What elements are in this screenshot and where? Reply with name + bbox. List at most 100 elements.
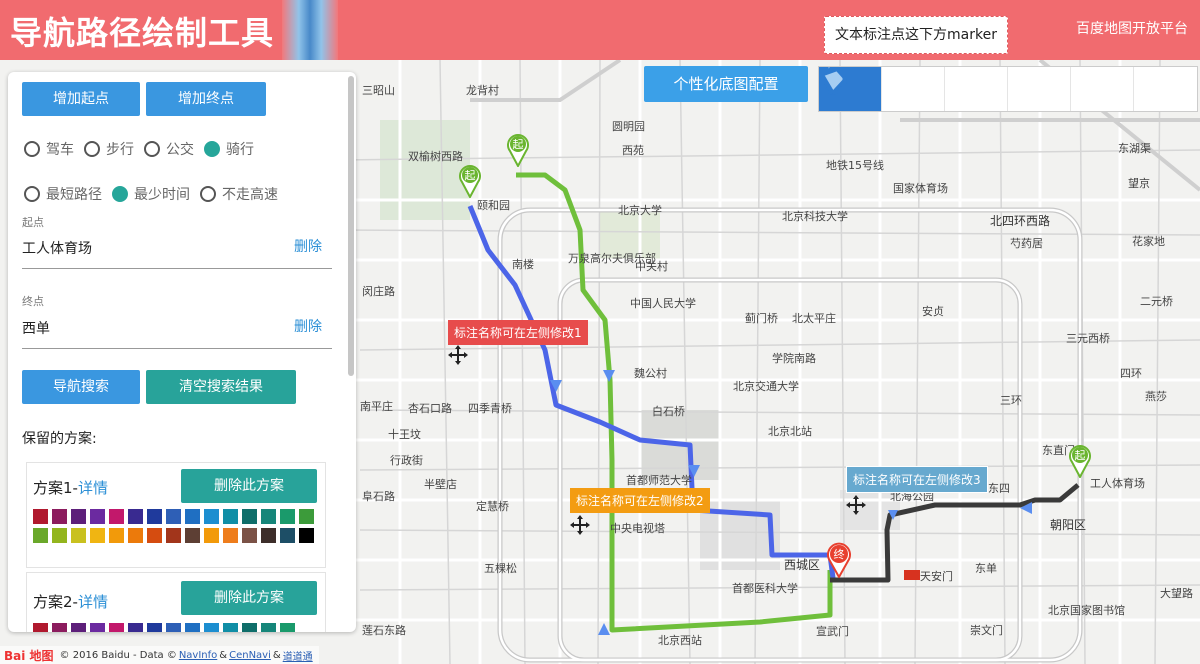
color-swatch[interactable]: [204, 528, 219, 543]
map-label: 杏石口路: [408, 402, 452, 415]
polygon-tool[interactable]: [821, 67, 1134, 111]
mode-radio-2[interactable]: [144, 141, 160, 157]
platform-link[interactable]: 百度地图开放平台: [1076, 18, 1188, 38]
clear-results-button[interactable]: 清空搜索结果: [146, 370, 296, 404]
color-swatch[interactable]: [223, 509, 238, 524]
end-field[interactable]: 西单: [22, 318, 50, 338]
color-swatches: [33, 623, 319, 632]
color-swatch[interactable]: [71, 509, 86, 524]
color-swatch[interactable]: [204, 623, 219, 632]
color-swatch[interactable]: [204, 509, 219, 524]
add-start-button[interactable]: 增加起点: [22, 82, 140, 116]
color-swatch[interactable]: [147, 623, 162, 632]
navinfo-link[interactable]: NavInfo: [179, 650, 217, 661]
marker-tool[interactable]: [821, 67, 945, 111]
color-swatch[interactable]: [166, 528, 181, 543]
color-swatch[interactable]: [166, 509, 181, 524]
map-label: 万泉高尔夫俱乐部: [568, 252, 656, 265]
color-swatch[interactable]: [128, 509, 143, 524]
color-swatch[interactable]: [109, 528, 124, 543]
baidu-logo[interactable]: Bai 地图: [4, 647, 54, 664]
circle-tool[interactable]: [819, 67, 1008, 111]
color-swatch[interactable]: [33, 509, 48, 524]
color-swatch[interactable]: [280, 623, 295, 632]
color-swatch[interactable]: [261, 623, 276, 632]
plan-detail-link[interactable]: 详情: [78, 593, 108, 611]
map-label: 行政街: [390, 454, 423, 467]
route-tag-1[interactable]: 标注名称可在左侧修改1: [448, 320, 588, 345]
color-swatch[interactable]: [185, 623, 200, 632]
color-swatch[interactable]: [185, 509, 200, 524]
color-swatch[interactable]: [147, 528, 162, 543]
route-panel: 增加起点 增加终点 驾车 步行 公交 骑行 最短路径 最少时间 不走高速 起点 工人体育场…: [8, 72, 356, 632]
move-icon[interactable]: [845, 494, 867, 516]
color-swatch[interactable]: [280, 528, 295, 543]
marker-note[interactable]: 文本标注点这下方marker: [824, 16, 1008, 54]
color-swatch[interactable]: [261, 528, 276, 543]
map-label: 阜石路: [362, 490, 395, 503]
color-swatch[interactable]: [71, 528, 86, 543]
policy-radio-0[interactable]: [24, 186, 40, 202]
color-swatch[interactable]: [166, 623, 181, 632]
route-search-button[interactable]: 导航搜索: [22, 370, 140, 404]
cennavi-link[interactable]: CenNavi: [229, 650, 271, 661]
policy-radio-group: 最短路径 最少时间 不走高速: [24, 184, 288, 204]
color-swatch[interactable]: [242, 528, 257, 543]
pin-text: 起: [513, 138, 524, 151]
color-swatch[interactable]: [33, 528, 48, 543]
move-icon[interactable]: [569, 514, 591, 536]
delete-plan-button[interactable]: 删除此方案: [181, 581, 317, 615]
color-swatch[interactable]: [147, 509, 162, 524]
color-swatch[interactable]: [128, 623, 143, 632]
title-decoration: [282, 0, 338, 60]
custom-style-button[interactable]: 个性化底图配置: [644, 66, 808, 102]
color-swatch[interactable]: [33, 623, 48, 632]
policy-radio-1[interactable]: [112, 186, 128, 202]
delete-plan-button[interactable]: 删除此方案: [181, 469, 317, 503]
delete-end-button[interactable]: 删除: [294, 316, 322, 336]
mode-radio-0[interactable]: [24, 141, 40, 157]
route-tag-3[interactable]: 标注名称可在左侧修改3: [846, 466, 988, 493]
color-swatch[interactable]: [90, 623, 105, 632]
color-swatch[interactable]: [261, 509, 276, 524]
app-title: 导航路径绘制工具: [10, 14, 275, 52]
map-label: 宣武门: [816, 625, 849, 638]
color-swatch[interactable]: [128, 528, 143, 543]
color-swatch[interactable]: [109, 623, 124, 632]
color-swatch[interactable]: [90, 509, 105, 524]
color-swatch[interactable]: [52, 623, 67, 632]
delete-start-button[interactable]: 删除: [294, 236, 322, 256]
policy-radio-2[interactable]: [200, 186, 216, 202]
color-swatch[interactable]: [185, 528, 200, 543]
start-field[interactable]: 工人体育场: [22, 238, 92, 258]
color-swatch[interactable]: [223, 623, 238, 632]
rectangle-tool[interactable]: [820, 67, 1197, 111]
polyline-tool[interactable]: [821, 67, 1071, 111]
panel-scrollbar[interactable]: [348, 76, 354, 376]
mode-radio-1[interactable]: [84, 141, 100, 157]
color-swatch[interactable]: [90, 528, 105, 543]
color-swatch[interactable]: [299, 528, 314, 543]
color-swatch[interactable]: [280, 509, 295, 524]
color-swatch[interactable]: [52, 528, 67, 543]
move-icon[interactable]: [447, 344, 469, 366]
map-label: 首都师范大学: [626, 474, 692, 487]
color-swatch[interactable]: [242, 509, 257, 524]
plan-detail-link[interactable]: 详情: [78, 479, 108, 497]
color-swatch[interactable]: [242, 623, 257, 632]
add-end-button[interactable]: 增加终点: [146, 82, 266, 116]
map-label: 安贞: [922, 305, 944, 318]
color-swatch[interactable]: [71, 623, 86, 632]
daodaotong-link[interactable]: 道道通: [283, 648, 313, 663]
color-swatch[interactable]: [299, 509, 314, 524]
map-label: 北京西站: [658, 634, 702, 647]
start-underline: [22, 268, 332, 269]
color-swatch[interactable]: [223, 528, 238, 543]
mode-radio-3[interactable]: [204, 141, 220, 157]
color-swatch[interactable]: [109, 509, 124, 524]
route-tag-2[interactable]: 标注名称可在左侧修改2: [570, 488, 710, 513]
map-label: 闵庄路: [362, 285, 395, 298]
map-label: 花家地: [1132, 235, 1165, 248]
end-underline: [22, 348, 332, 349]
color-swatch[interactable]: [52, 509, 67, 524]
